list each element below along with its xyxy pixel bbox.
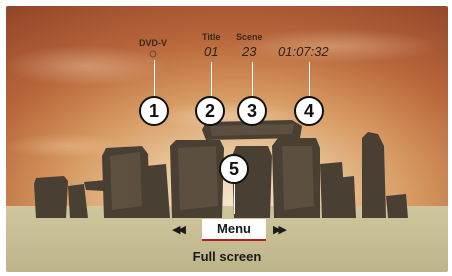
callout-pointer-4 [309, 62, 310, 96]
callout-pointer-2 [211, 62, 212, 96]
callout-4: 4 [294, 96, 324, 126]
playback-control-bar: ◀◀ Menu ▶▶ [6, 219, 448, 241]
full-screen-label[interactable]: Full screen [6, 249, 448, 264]
stone-2 [68, 184, 88, 218]
callout-5: 5 [219, 154, 249, 184]
callout-2: 2 [195, 96, 225, 126]
video-screen: DVD-V Title 01 Scene 23 01:07:32 1 2 3 4… [6, 6, 448, 272]
stonehenge-image [34, 120, 408, 218]
stone-1 [34, 176, 68, 218]
stone-10 [362, 132, 386, 218]
callout-pointer-5 [234, 182, 235, 214]
callout-pointer-1 [154, 60, 155, 96]
skip-back-icon[interactable]: ◀◀ [172, 219, 186, 241]
title-number: 01 [204, 44, 219, 59]
disc-indicator-icon [149, 50, 157, 58]
callout-pointer-3 [252, 62, 253, 96]
callout-1: 1 [139, 96, 169, 126]
stone-9 [336, 176, 356, 218]
source-label: DVD-V [139, 38, 168, 48]
scene-number: 23 [242, 44, 257, 59]
skip-forward-icon[interactable]: ▶▶ [273, 219, 287, 241]
stone-4 [146, 164, 170, 218]
scene-label: Scene [236, 32, 263, 42]
title-label: Title [202, 32, 221, 42]
menu-button[interactable]: Menu [202, 219, 266, 241]
playback-time: 01:07:32 [278, 44, 329, 59]
stone-11 [386, 194, 408, 218]
callout-3: 3 [237, 96, 267, 126]
